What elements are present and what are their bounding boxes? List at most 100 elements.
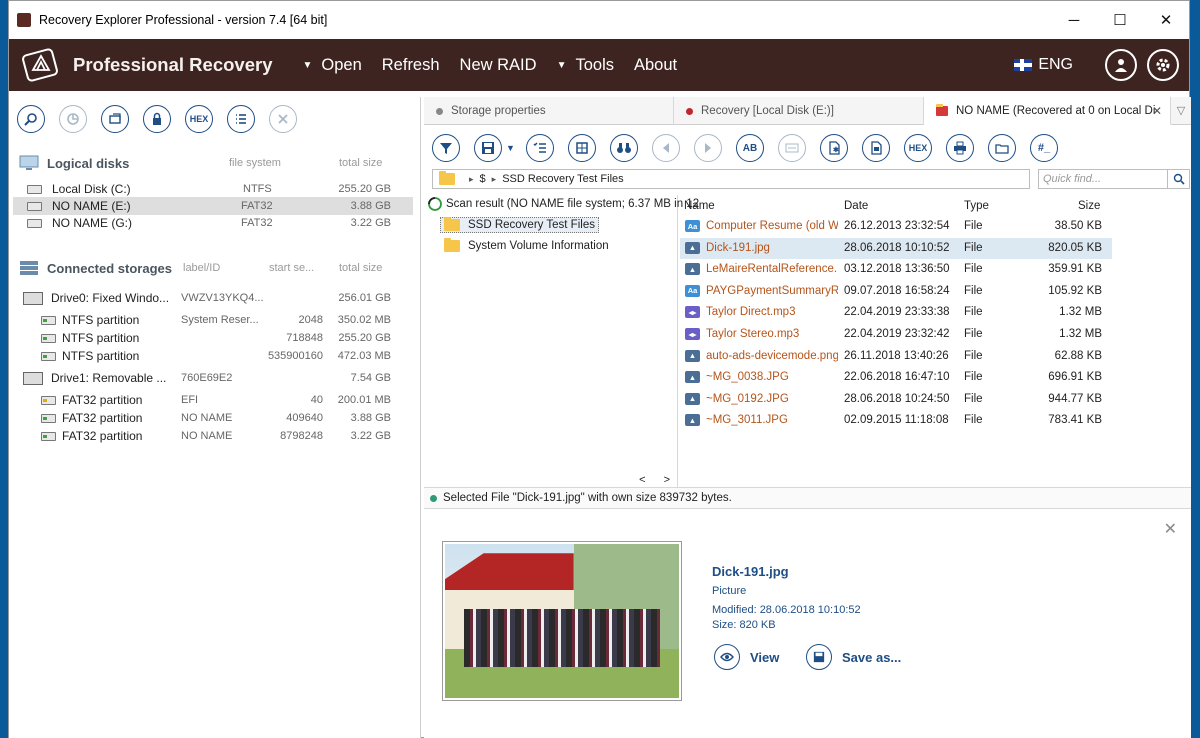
address-path[interactable]: SSD Recovery Test Files xyxy=(502,173,623,185)
close-preview-icon[interactable]: ✕ xyxy=(1164,519,1177,539)
file-row[interactable]: ▲ ~MG_0192.JPG 28.06.2018 10:24:50 File 944.… xyxy=(680,389,1112,411)
file-name: auto-ads-devicemode.png xyxy=(706,349,838,362)
previous-icon[interactable] xyxy=(652,134,680,162)
file-row[interactable]: ◂▸ Taylor Stereo.mp3 22.04.2019 23:32:42 Fi… xyxy=(680,324,1112,346)
hash-icon[interactable]: #_ xyxy=(1030,134,1058,162)
account-button[interactable] xyxy=(1105,49,1137,81)
print-icon[interactable] xyxy=(946,134,974,162)
text-encoding-icon[interactable]: AB xyxy=(736,134,764,162)
tree-scrollbar[interactable]: < > xyxy=(424,473,678,487)
file-row[interactable]: ▲ Dick-191.jpg 28.06.2018 10:10:52 File 820.… xyxy=(680,237,1112,260)
view-button[interactable]: View xyxy=(714,644,779,670)
search-icon[interactable] xyxy=(17,105,45,133)
col-size[interactable]: Size xyxy=(1078,195,1100,217)
storage-drive-row[interactable]: Drive1: Removable ... 760E69E2 7.54 GB xyxy=(13,369,413,387)
left-panel: HEX Logical disks file system total size… xyxy=(9,97,421,738)
logical-disk-row[interactable]: Local Disk (C:) NTFS 255.20 GB xyxy=(13,180,413,198)
close-icon[interactable] xyxy=(269,105,297,133)
file-row[interactable]: ▲ auto-ads-devicemode.png 26.11.2018 13:40… xyxy=(680,346,1112,368)
folder-tree: Scan result (NO NAME file system; 6.37 M… xyxy=(424,195,699,487)
scan-icon[interactable] xyxy=(59,105,87,133)
filter-icon[interactable] xyxy=(432,134,460,162)
minimize-button[interactable]: ─ xyxy=(1051,1,1097,39)
file-date: 28.06.2018 10:24:50 xyxy=(844,392,950,405)
monitor-icon xyxy=(19,155,39,170)
disk-icon xyxy=(27,218,42,228)
partition-row[interactable]: FAT32 partition NO NAME 8798248 3.22 GB xyxy=(13,427,413,445)
tab-label: NO NAME (Recovered at 0 on Local Di... xyxy=(956,104,1156,117)
file-row[interactable]: ▲ ~MG_3011.JPG 02.09.2015 11:18:08 File 783.… xyxy=(680,410,1112,432)
tabs-menu-icon[interactable]: ▽ xyxy=(1171,97,1191,124)
save-icon[interactable] xyxy=(474,134,502,162)
hex-icon[interactable]: HEX xyxy=(185,105,213,133)
file-size: 1.32 MB xyxy=(1059,306,1102,319)
tab-storage-properties[interactable]: Storage properties xyxy=(424,97,674,125)
tree-item[interactable]: System Volume Information xyxy=(444,238,609,252)
file-size: 1.32 MB xyxy=(1059,328,1102,340)
scroll-left-icon[interactable]: < xyxy=(639,474,645,486)
title-bar: Recovery Explorer Professional - version… xyxy=(9,1,1189,39)
tab-no-name-recovered[interactable]: NO NAME (Recovered at 0 on Local Di... ✕ xyxy=(924,97,1171,125)
menu-open-label: Open xyxy=(321,55,362,74)
partition-row[interactable]: FAT32 partition EFI 40 200.01 MB xyxy=(13,391,413,409)
col-total-size: total size xyxy=(339,262,383,274)
language-selector[interactable]: ENG xyxy=(1038,56,1073,74)
maximize-button[interactable]: ☐ xyxy=(1097,1,1143,39)
menu-new-raid[interactable]: New RAID xyxy=(450,56,547,75)
file-size: 696.91 KB xyxy=(1048,371,1102,384)
hex-view-icon[interactable]: HEX xyxy=(904,134,932,162)
address-root[interactable]: $ xyxy=(480,173,486,185)
partition-row[interactable]: NTFS partition 535900160 472.03 MB xyxy=(13,347,413,365)
menu-refresh[interactable]: Refresh xyxy=(372,56,450,75)
partition-start: 2048 xyxy=(298,314,323,326)
export-icon[interactable] xyxy=(862,134,890,162)
disk-fs: FAT32 xyxy=(241,200,273,212)
logical-disk-row[interactable]: NO NAME (E:) FAT32 3.88 GB xyxy=(13,197,413,215)
partition-row[interactable]: NTFS partition 718848 255.20 GB xyxy=(13,329,413,347)
file-row[interactable]: ▲ ~MG_0038.JPG 22.06.2018 16:47:10 File 696.… xyxy=(680,367,1112,389)
close-tab-icon[interactable]: ✕ xyxy=(1152,104,1162,118)
partition-row[interactable]: NTFS partition System Reser... 2048 350.02 … xyxy=(13,311,413,329)
scroll-right-icon[interactable]: > xyxy=(664,474,670,486)
list-icon[interactable] xyxy=(227,105,255,133)
view-label: View xyxy=(750,649,780,665)
col-type[interactable]: Type xyxy=(964,195,989,217)
storage-drive-row[interactable]: Drive0: Fixed Windo... VWZV13YKQ4... 256.0… xyxy=(13,289,413,307)
partition-size: 255.20 GB xyxy=(338,332,391,344)
menu-open[interactable]: ▼ Open xyxy=(292,56,371,75)
logical-disk-row[interactable]: NO NAME (G:) FAT32 3.22 GB xyxy=(13,214,413,232)
save-dropdown-icon[interactable]: ▼ xyxy=(506,134,518,162)
quick-find-input[interactable]: Quick find... xyxy=(1038,169,1168,189)
partition-row[interactable]: FAT32 partition NO NAME 409640 3.88 GB xyxy=(13,409,413,427)
col-name[interactable]: Name xyxy=(684,195,715,217)
partition-icon xyxy=(41,431,56,441)
partition-name: NTFS partition xyxy=(62,331,140,345)
brand-name: Professional Recovery xyxy=(73,54,273,75)
quick-find-button[interactable] xyxy=(1168,169,1190,189)
checklist-icon[interactable] xyxy=(526,134,554,162)
tree-root[interactable]: Scan result (NO NAME file system; 6.37 M… xyxy=(428,197,699,211)
file-row[interactable]: Aa PAYGPaymentSummaryR... 09.07.2018 16:58… xyxy=(680,281,1112,303)
folder-out-icon[interactable] xyxy=(988,134,1016,162)
menu-tools[interactable]: ▼ Tools xyxy=(547,56,624,75)
preview-image[interactable] xyxy=(442,541,682,701)
next-icon[interactable] xyxy=(694,134,722,162)
tab-recovery[interactable]: Recovery [Local Disk (E:)] xyxy=(674,97,924,125)
file-row[interactable]: ▲ LeMaireRentalReference... 03.12.2018 13:… xyxy=(680,259,1112,281)
file-row[interactable]: ◂▸ Taylor Direct.mp3 22.04.2019 23:33:38 Fi… xyxy=(680,302,1112,324)
menu-about[interactable]: About xyxy=(624,56,687,75)
save-as-button[interactable]: Save as... xyxy=(806,644,901,670)
lock-icon[interactable] xyxy=(143,105,171,133)
open-image-icon[interactable] xyxy=(101,105,129,133)
file-row[interactable]: Aa Computer Resume (old W... 26.12.2013 23… xyxy=(680,216,1112,238)
partition-size: 200.01 MB xyxy=(337,394,391,406)
col-date[interactable]: Date xyxy=(844,195,868,217)
address-bar[interactable]: ▸ $ ▸ SSD Recovery Test Files xyxy=(432,169,1030,189)
grid-icon[interactable] xyxy=(568,134,596,162)
binoculars-icon[interactable] xyxy=(610,134,638,162)
file-star-icon[interactable]: ✱ xyxy=(820,134,848,162)
close-window-button[interactable]: ✕ xyxy=(1143,1,1189,39)
tree-item[interactable]: SSD Recovery Test Files xyxy=(440,217,599,233)
settings-button[interactable] xyxy=(1147,49,1179,81)
rename-icon[interactable] xyxy=(778,134,806,162)
